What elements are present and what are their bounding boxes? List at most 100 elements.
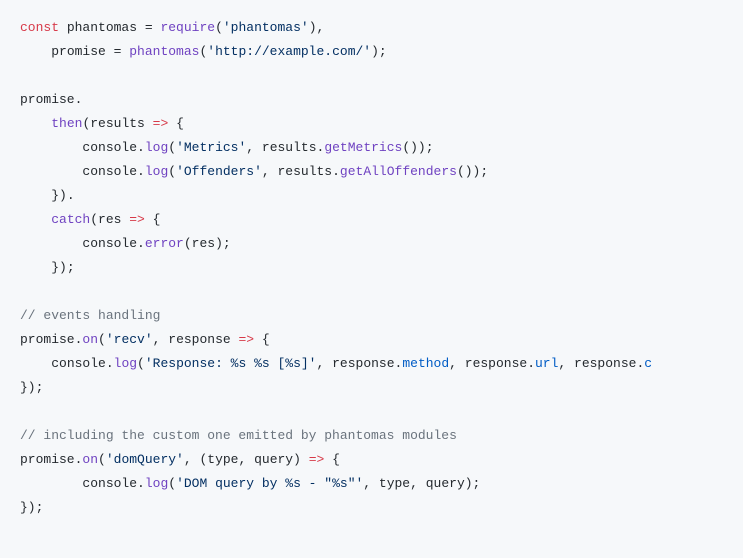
str: 'Response: %s %s [%s]' bbox=[145, 356, 317, 371]
t: ( bbox=[98, 332, 106, 347]
t: , bbox=[317, 356, 333, 371]
t: ( bbox=[98, 452, 106, 467]
t: , bbox=[262, 164, 278, 179]
t: { bbox=[324, 452, 340, 467]
t: }). bbox=[51, 188, 74, 203]
t: }); bbox=[20, 380, 43, 395]
t: , ( bbox=[184, 452, 207, 467]
t: { bbox=[262, 332, 270, 347]
str: 'DOM query by %s - "%s"' bbox=[176, 476, 363, 491]
t bbox=[20, 116, 51, 131]
t: . bbox=[137, 476, 145, 491]
t: ); bbox=[215, 236, 231, 251]
param: response bbox=[168, 332, 230, 347]
arrow: => bbox=[121, 212, 152, 227]
t: { bbox=[153, 212, 161, 227]
method-log: log bbox=[145, 140, 168, 155]
t: , bbox=[363, 476, 379, 491]
obj: promise bbox=[20, 452, 75, 467]
t: ( bbox=[168, 140, 176, 155]
prop: c bbox=[644, 356, 652, 371]
obj: console bbox=[82, 140, 137, 155]
method-on: on bbox=[82, 332, 98, 347]
str: 'http://example.com/' bbox=[207, 44, 371, 59]
t: . bbox=[106, 356, 114, 371]
method-log: log bbox=[114, 356, 137, 371]
t: , bbox=[410, 476, 426, 491]
obj: promise bbox=[20, 332, 75, 347]
comment: // including the custom one emitted by p… bbox=[20, 428, 457, 443]
prop: method bbox=[402, 356, 449, 371]
arg: type bbox=[379, 476, 410, 491]
t: , bbox=[558, 356, 574, 371]
arg: response bbox=[465, 356, 527, 371]
str: 'domQuery' bbox=[106, 452, 184, 467]
t: = bbox=[106, 44, 129, 59]
t: . bbox=[137, 140, 145, 155]
arg: results bbox=[278, 164, 333, 179]
t: , bbox=[238, 452, 254, 467]
t: ); bbox=[371, 44, 387, 59]
t: ( bbox=[137, 356, 145, 371]
code-block: const phantomas = require('phantomas'), … bbox=[0, 0, 743, 536]
t: ) bbox=[293, 452, 309, 467]
t bbox=[20, 44, 51, 59]
t: ( bbox=[90, 212, 98, 227]
fn-call: phantomas bbox=[129, 44, 199, 59]
method-on: on bbox=[82, 452, 98, 467]
method-error: error bbox=[145, 236, 184, 251]
t: . bbox=[137, 164, 145, 179]
t bbox=[59, 20, 67, 35]
method-log: log bbox=[145, 164, 168, 179]
arrow: => bbox=[309, 452, 325, 467]
t: ()); bbox=[457, 164, 488, 179]
t: . bbox=[137, 236, 145, 251]
str: 'phantomas' bbox=[223, 20, 309, 35]
t bbox=[20, 140, 82, 155]
comment: // events handling bbox=[20, 308, 160, 323]
t bbox=[20, 356, 51, 371]
param: query bbox=[254, 452, 293, 467]
str: 'Offenders' bbox=[176, 164, 262, 179]
arg: response bbox=[332, 356, 394, 371]
t: = bbox=[137, 20, 160, 35]
method-log: log bbox=[145, 476, 168, 491]
t: ()); bbox=[402, 140, 433, 155]
arg: query bbox=[426, 476, 465, 491]
obj: console bbox=[82, 164, 137, 179]
keyword-const: const bbox=[20, 20, 59, 35]
ident: promise bbox=[20, 92, 75, 107]
t: ( bbox=[168, 164, 176, 179]
param: type bbox=[207, 452, 238, 467]
t: }); bbox=[20, 500, 43, 515]
t: . bbox=[75, 92, 83, 107]
param: results bbox=[90, 116, 145, 131]
method: getMetrics bbox=[324, 140, 402, 155]
t: { bbox=[176, 116, 184, 131]
str: 'Metrics' bbox=[176, 140, 246, 155]
arg: response bbox=[574, 356, 636, 371]
t: , bbox=[246, 140, 262, 155]
method-catch: catch bbox=[51, 212, 90, 227]
t: ( bbox=[215, 20, 223, 35]
t bbox=[20, 212, 51, 227]
t bbox=[20, 476, 82, 491]
t: ), bbox=[309, 20, 325, 35]
arg: results bbox=[262, 140, 317, 155]
t: . bbox=[332, 164, 340, 179]
t: }); bbox=[51, 260, 74, 275]
t: ( bbox=[184, 236, 192, 251]
arrow: => bbox=[145, 116, 176, 131]
obj: console bbox=[82, 476, 137, 491]
t bbox=[20, 236, 82, 251]
t: ); bbox=[465, 476, 481, 491]
t: . bbox=[527, 356, 535, 371]
prop: url bbox=[535, 356, 558, 371]
method-then: then bbox=[51, 116, 82, 131]
param: res bbox=[98, 212, 121, 227]
t bbox=[20, 164, 82, 179]
obj: console bbox=[82, 236, 137, 251]
t: ( bbox=[168, 476, 176, 491]
arg: res bbox=[192, 236, 215, 251]
t bbox=[20, 260, 51, 275]
